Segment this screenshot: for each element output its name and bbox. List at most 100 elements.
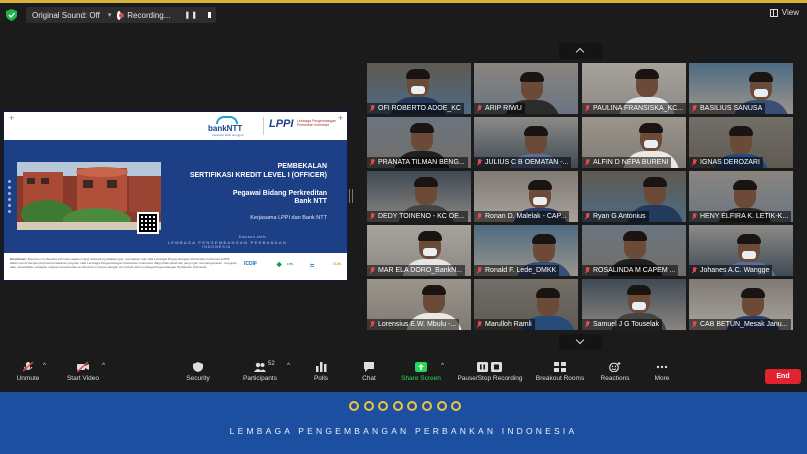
gallery-previous-page-button[interactable]: [559, 43, 602, 59]
participant-tile[interactable]: Johanes A.C. Wangge: [689, 225, 793, 276]
pause-recording-icon[interactable]: ❚❚: [184, 11, 198, 19]
more-button[interactable]: More: [651, 362, 673, 382]
participant-name-label: CAB BETUN_Mesak Janu...: [689, 319, 791, 330]
share-screen-button[interactable]: Share Screen: [400, 362, 442, 382]
video-camera-off-icon: [77, 362, 89, 372]
shield-icon: [193, 362, 203, 372]
microphone-muted-icon: [370, 213, 375, 220]
participant-tile[interactable]: IGNAS DEROZARI: [689, 117, 793, 168]
participant-tile[interactable]: Ronan D. Malelak - CAP...: [474, 171, 578, 222]
start-video-label: Start Video: [66, 375, 100, 382]
people-icon: [254, 362, 266, 372]
participant-tile[interactable]: DEDY TOINENO - KC OE...: [367, 171, 471, 222]
participant-name-label: IGNAS DEROZARI: [689, 157, 763, 168]
participant-name-label: ARIP RIWU: [474, 103, 525, 114]
reactions-label: Reactions: [600, 375, 630, 382]
microphone-muted-icon: [370, 159, 375, 166]
participant-tile[interactable]: Ryan G Antonius: [582, 171, 686, 222]
more-dots-icon: [656, 365, 668, 369]
participant-tile[interactable]: CAB BETUN_Mesak Janu...: [689, 279, 793, 330]
participant-name: PRANATA TILMAN BENG...: [378, 159, 465, 166]
microphone-muted-icon: [370, 105, 375, 112]
participant-name-label: JULIUS C B OEMATAN -...: [474, 157, 572, 168]
lppi-logo-subtitle: Lembaga Pengembangan Perbankan Indonesia: [297, 119, 337, 127]
grid-view-icon: [769, 8, 778, 17]
participant-name: JULIUS C B OEMATAN -...: [485, 159, 569, 166]
reactions-button[interactable]: Reactions: [599, 362, 631, 382]
participant-name: ARIP RIWU: [485, 105, 522, 112]
slide-subtitle-line-2: Bank NTT: [294, 198, 327, 205]
lps-logo: ❖: [276, 262, 283, 269]
participants-count: 52: [268, 361, 275, 367]
share-options-chevron-icon[interactable]: ^: [441, 362, 444, 369]
participant-name: DEDY TOINENO - KC OE...: [378, 213, 465, 220]
more-label: More: [654, 375, 670, 382]
participant-name: Johanes A.C. Wangge: [700, 267, 770, 274]
slide-author-label: Disusun oleh:: [238, 235, 267, 239]
chat-bubble-icon: [364, 362, 374, 372]
security-button[interactable]: Security: [182, 362, 214, 382]
pause-stop-recording-button[interactable]: Pause/Stop Recording: [455, 362, 525, 382]
participant-tile[interactable]: HENY ELFIRA K. LETIK-K...: [689, 171, 793, 222]
participant-name: PAULINA FRANSISKA_KC...: [593, 105, 684, 112]
participant-name-label: Ronan D. Malelak - CAP...: [474, 211, 570, 222]
participant-name-label: MAR ELA DORO_BankN...: [367, 265, 466, 276]
microphone-muted-icon: [585, 159, 590, 166]
microphone-muted-icon: [692, 267, 697, 274]
participant-tile[interactable]: JULIUS C B OEMATAN -...: [474, 117, 578, 168]
plus-mark-icon: +: [9, 113, 15, 123]
participant-tile[interactable]: Marulloh Ramli: [474, 279, 578, 330]
bank-ntt-logo-text: bankNTT: [208, 124, 243, 133]
unmute-button[interactable]: Unmute: [10, 362, 46, 382]
split-view-resize-handle[interactable]: [349, 189, 353, 203]
ojk-logo: OJK: [333, 261, 342, 266]
original-sound-label: Original Sound: Off: [32, 10, 100, 20]
polls-button[interactable]: Polls: [308, 362, 334, 382]
breakout-rooms-label: Breakout Rooms: [535, 375, 585, 382]
participant-tile[interactable]: MAR ELA DORO_BankN...: [367, 225, 471, 276]
gallery-next-page-button[interactable]: [559, 334, 602, 350]
shield-icon[interactable]: [6, 9, 17, 21]
participant-name: MAR ELA DORO_BankN...: [378, 267, 463, 274]
microphone-muted-icon: [477, 159, 482, 166]
original-sound-button[interactable]: Original Sound: Off ▾: [26, 7, 118, 23]
audio-options-chevron-icon[interactable]: ^: [43, 362, 46, 369]
participant-name: ALFIN D NEPA BURENI: [593, 159, 669, 166]
icdif-logo: ICDIF: [244, 261, 258, 267]
breakout-rooms-button[interactable]: Breakout Rooms: [534, 362, 586, 382]
slide-footer: Disclaimer: Dokumen ini (beserta informa…: [4, 253, 347, 280]
record-icon: [117, 10, 125, 20]
start-video-button[interactable]: Start Video: [62, 362, 104, 382]
bank-ntt-tagline: melayani lebih sungguh: [212, 133, 244, 137]
participant-tile[interactable]: Ronald F. Lede_DMKK: [474, 225, 578, 276]
end-meeting-button[interactable]: End: [765, 369, 801, 384]
participant-name: ROSALINDA M CAPEM ...: [593, 267, 676, 274]
participant-tile[interactable]: Samuel J G Touselak: [582, 279, 686, 330]
lppi-footer-text: LEMBAGA PENGEMBANGAN PERBANKAN INDONESIA: [229, 426, 578, 436]
video-options-chevron-icon[interactable]: ^: [102, 362, 105, 369]
participant-tile[interactable]: Lorensius E.W. Mbulu -...: [367, 279, 471, 330]
security-label: Security: [186, 375, 210, 382]
slide-header: + + bankNTT melayani lebih sungguh LPPI …: [4, 112, 347, 140]
participant-tile[interactable]: PRANATA TILMAN BENG...: [367, 117, 471, 168]
chat-button[interactable]: Chat: [357, 362, 381, 382]
view-button[interactable]: View: [769, 8, 799, 17]
participant-tile[interactable]: OFI ROBERTO ADOE_KC: [367, 63, 471, 114]
participant-tile[interactable]: PAULINA FRANSISKA_KC...: [582, 63, 686, 114]
participant-tile[interactable]: ROSALINDA M CAPEM ...: [582, 225, 686, 276]
participant-name-label: ALFIN D NEPA BURENI: [582, 157, 672, 168]
microphone-muted-icon: [692, 159, 697, 166]
microphone-muted-icon: [692, 105, 697, 112]
participant-name-label: PAULINA FRANSISKA_KC...: [582, 103, 686, 114]
shared-screen-slide: + + bankNTT melayani lebih sungguh LPPI …: [3, 111, 348, 281]
microphone-muted-icon: [585, 321, 590, 328]
stop-recording-icon[interactable]: [208, 12, 211, 18]
lppi-rings-logo: [349, 401, 466, 411]
participants-options-chevron-icon[interactable]: ^: [287, 362, 290, 369]
breakout-rooms-icon: [554, 362, 566, 372]
participant-tile[interactable]: BASILIUS SANUSA: [689, 63, 793, 114]
recording-label: Recording...: [127, 10, 171, 20]
bar-chart-icon: [316, 362, 327, 372]
participant-tile[interactable]: ARIP RIWU: [474, 63, 578, 114]
participant-tile[interactable]: ALFIN D NEPA BURENI: [582, 117, 686, 168]
